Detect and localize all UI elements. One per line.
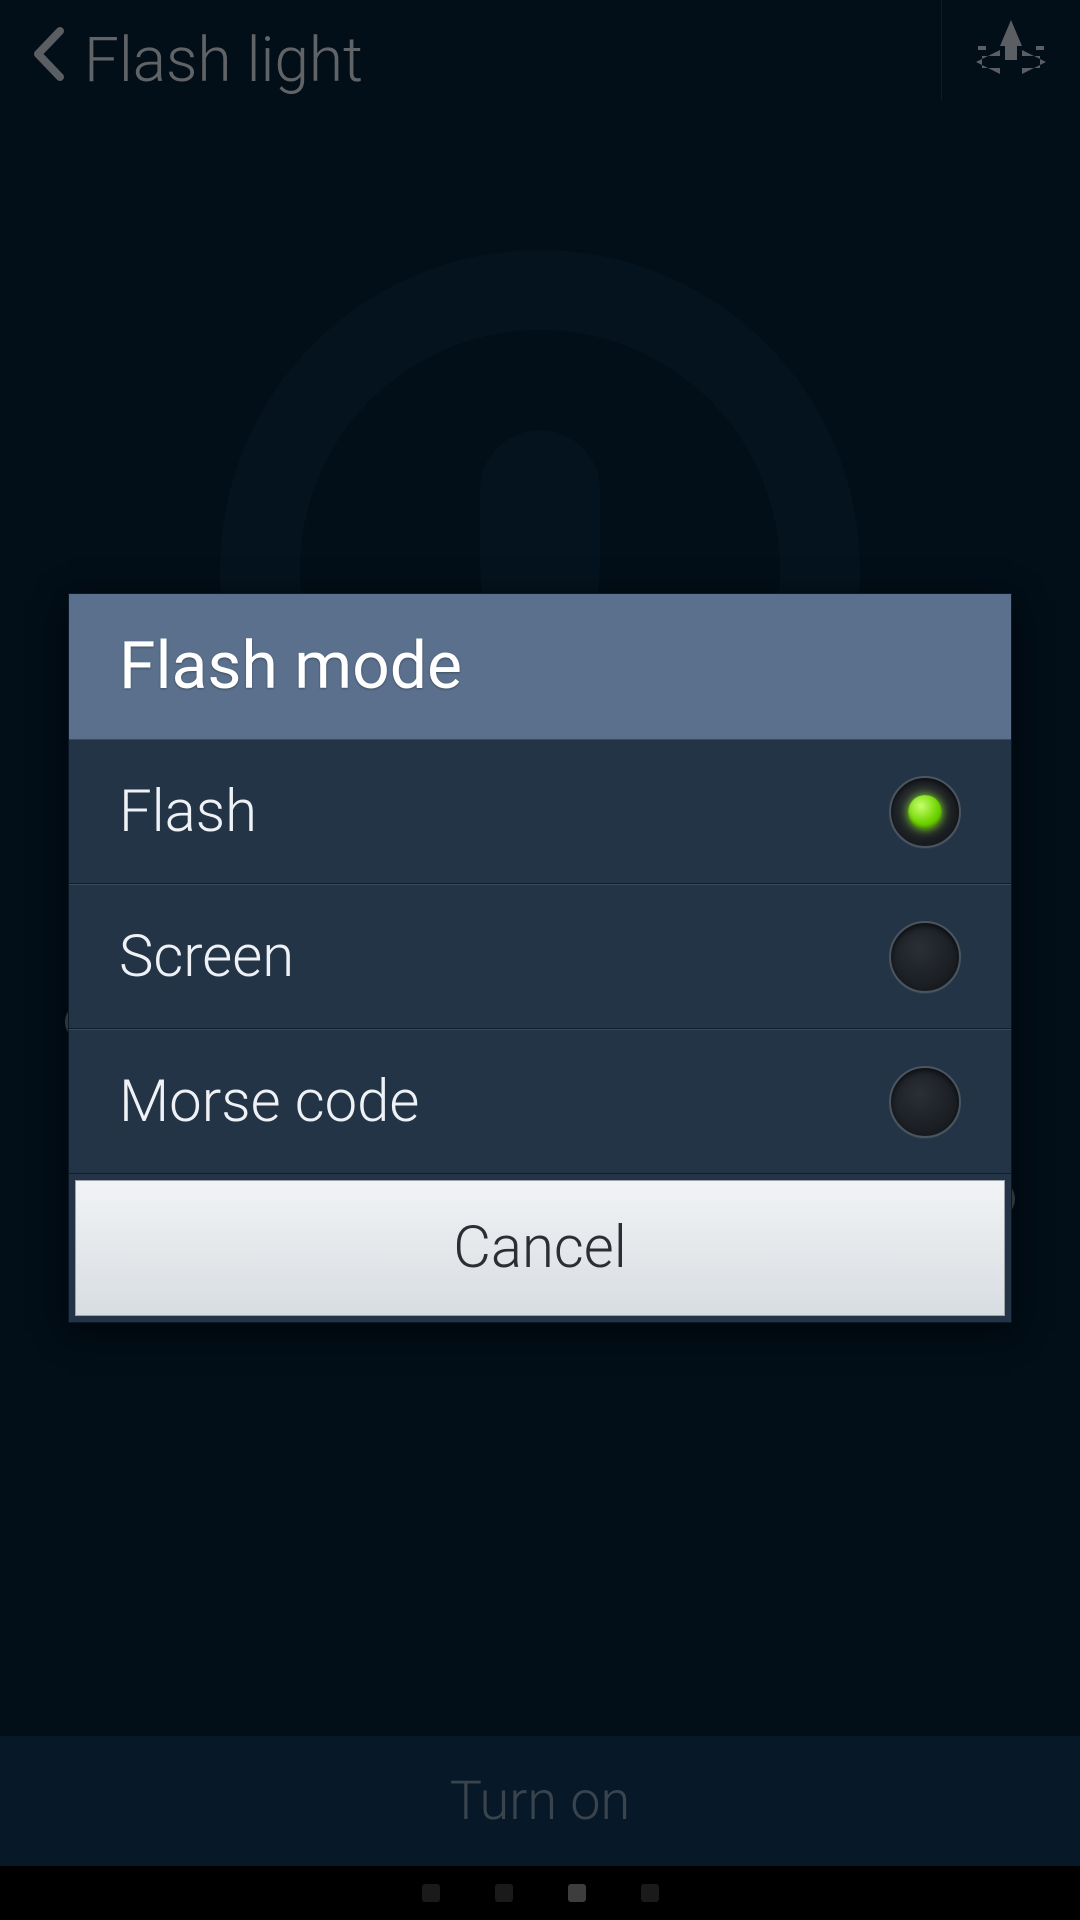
option-morse-code[interactable]: Morse code bbox=[69, 1029, 1011, 1174]
radio-icon bbox=[889, 921, 961, 993]
option-label: Screen bbox=[119, 923, 294, 991]
option-label: Morse code bbox=[119, 1068, 419, 1136]
option-label: Flash bbox=[119, 778, 257, 846]
radio-icon bbox=[889, 1066, 961, 1138]
cancel-button[interactable]: Cancel bbox=[75, 1180, 1005, 1316]
flash-mode-dialog: Flash mode Flash Screen Morse code Cance… bbox=[68, 593, 1012, 1323]
option-flash[interactable]: Flash bbox=[69, 739, 1011, 884]
option-screen[interactable]: Screen bbox=[69, 884, 1011, 1029]
radio-icon bbox=[889, 776, 961, 848]
dialog-title: Flash mode bbox=[69, 594, 1011, 739]
cancel-label: Cancel bbox=[453, 1214, 627, 1282]
